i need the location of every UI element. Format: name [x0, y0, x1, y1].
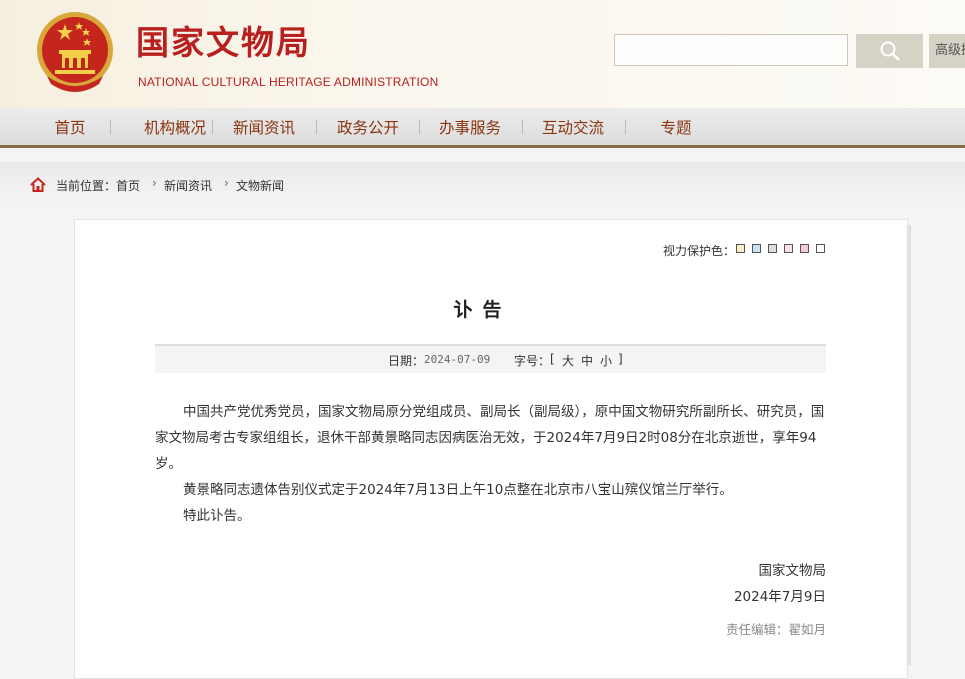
nav-item-government-affairs[interactable]: 政务公开 [326, 108, 410, 145]
font-size-large-button[interactable]: 大 [562, 352, 574, 369]
site-title[interactable]: 国家文物局 [136, 16, 311, 64]
font-size-label: 字号： [514, 354, 551, 368]
breadcrumb: 当前位置： 首页 › 新闻资讯 › 文物新闻 [0, 162, 965, 206]
nav-divider [316, 120, 317, 134]
search-icon [880, 41, 900, 61]
font-size-bracket-open: [ [550, 352, 555, 366]
font-size-bracket-close: ] [618, 352, 623, 366]
signature-organization: 国家文物局 [758, 563, 827, 579]
signature-date: 2024年7月9日 [733, 589, 826, 605]
nav-divider [522, 120, 523, 134]
search-button[interactable] [856, 34, 923, 68]
date-label: 日期： [388, 354, 425, 368]
article-meta-bar [155, 344, 826, 373]
nav-item-news[interactable]: 新闻资讯 [222, 108, 306, 145]
nav-item-organization[interactable]: 机构概况 [120, 108, 230, 145]
nav-divider [212, 120, 213, 134]
nav-item-services[interactable]: 办事服务 [428, 108, 512, 145]
eye-color-swatch[interactable] [784, 244, 793, 253]
breadcrumb-prefix: 当前位置： [56, 179, 117, 193]
main-nav: 首页 机构概况 新闻资讯 政务公开 办事服务 互动交流 专题 [0, 108, 965, 148]
eye-color-swatch[interactable] [752, 244, 761, 253]
article-date: 2024-07-09 [424, 353, 491, 366]
font-size-medium-button[interactable]: 中 [581, 352, 593, 369]
nav-divider [625, 120, 626, 134]
responsible-editor: 责任编辑：翟如月 [725, 622, 826, 637]
chevron-right-icon: › [224, 176, 229, 190]
advanced-search-button[interactable]: 高级搜 [929, 34, 965, 68]
site-subtitle: NATIONAL CULTURAL HERITAGE ADMINISTRATIO… [138, 75, 439, 89]
eye-color-swatch[interactable] [800, 244, 809, 253]
nav-divider [419, 120, 420, 134]
eye-color-swatch[interactable] [736, 244, 745, 253]
nav-item-home[interactable]: 首页 [40, 108, 100, 145]
article-paragraph: 中国共产党优秀党员，国家文物局原分党组成员、副局长（副局级），原中国文物研究所副… [155, 404, 825, 472]
eye-protection-label: 视力保护色： [663, 244, 736, 258]
eye-color-swatch[interactable] [816, 244, 825, 253]
home-icon[interactable] [30, 177, 46, 192]
panel-shadow [908, 225, 911, 665]
article-paragraph: 特此讣告。 [183, 508, 251, 524]
article-title: 讣告 [453, 299, 512, 321]
breadcrumb-heritage-news[interactable]: 文物新闻 [236, 177, 284, 194]
chevron-right-icon: › [152, 176, 157, 190]
search-input[interactable] [614, 34, 848, 66]
eye-color-swatch[interactable] [768, 244, 777, 253]
nav-item-interaction[interactable]: 互动交流 [531, 108, 615, 145]
nav-item-topics[interactable]: 专题 [646, 108, 706, 145]
national-emblem-logo[interactable] [35, 10, 115, 94]
site-header: 国家文物局 NATIONAL CULTURAL HERITAGE ADMINIS… [0, 0, 965, 108]
nav-divider [110, 120, 111, 134]
font-size-small-button[interactable]: 小 [600, 352, 612, 369]
article-paragraph: 黄景略同志遗体告别仪式定于2024年7月13日上午10点整在北京市八宝山殡仪馆兰… [183, 482, 733, 498]
breadcrumb-home[interactable]: 首页 [116, 177, 140, 194]
breadcrumb-news[interactable]: 新闻资讯 [164, 177, 212, 194]
